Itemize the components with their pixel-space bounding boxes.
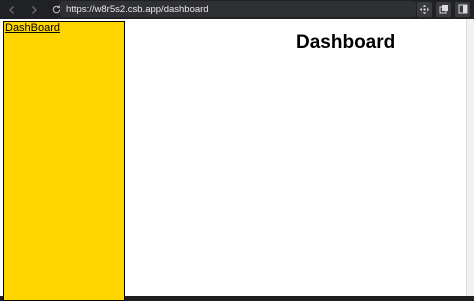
sidebar-link-dashboard[interactable]: DashBoard bbox=[5, 22, 60, 34]
move-icon[interactable] bbox=[417, 1, 432, 17]
panel-icon[interactable] bbox=[455, 1, 470, 17]
extension-icons bbox=[417, 1, 470, 17]
arrow-right-icon[interactable] bbox=[26, 2, 42, 18]
page-title: Dashboard bbox=[296, 32, 396, 53]
url-text: https://w8r5s2.csb.app/dashboard bbox=[66, 3, 209, 15]
arrow-left-icon[interactable] bbox=[4, 2, 20, 18]
page-viewport: DashBoard Dashboard bbox=[0, 19, 474, 301]
vertical-scrollbar[interactable] bbox=[466, 19, 474, 296]
browser-toolbar: https://w8r5s2.csb.app/dashboard bbox=[0, 0, 474, 19]
window-copy-icon[interactable] bbox=[436, 1, 451, 17]
address-bar[interactable]: https://w8r5s2.csb.app/dashboard bbox=[60, 1, 416, 17]
sidebar: DashBoard bbox=[3, 21, 125, 301]
